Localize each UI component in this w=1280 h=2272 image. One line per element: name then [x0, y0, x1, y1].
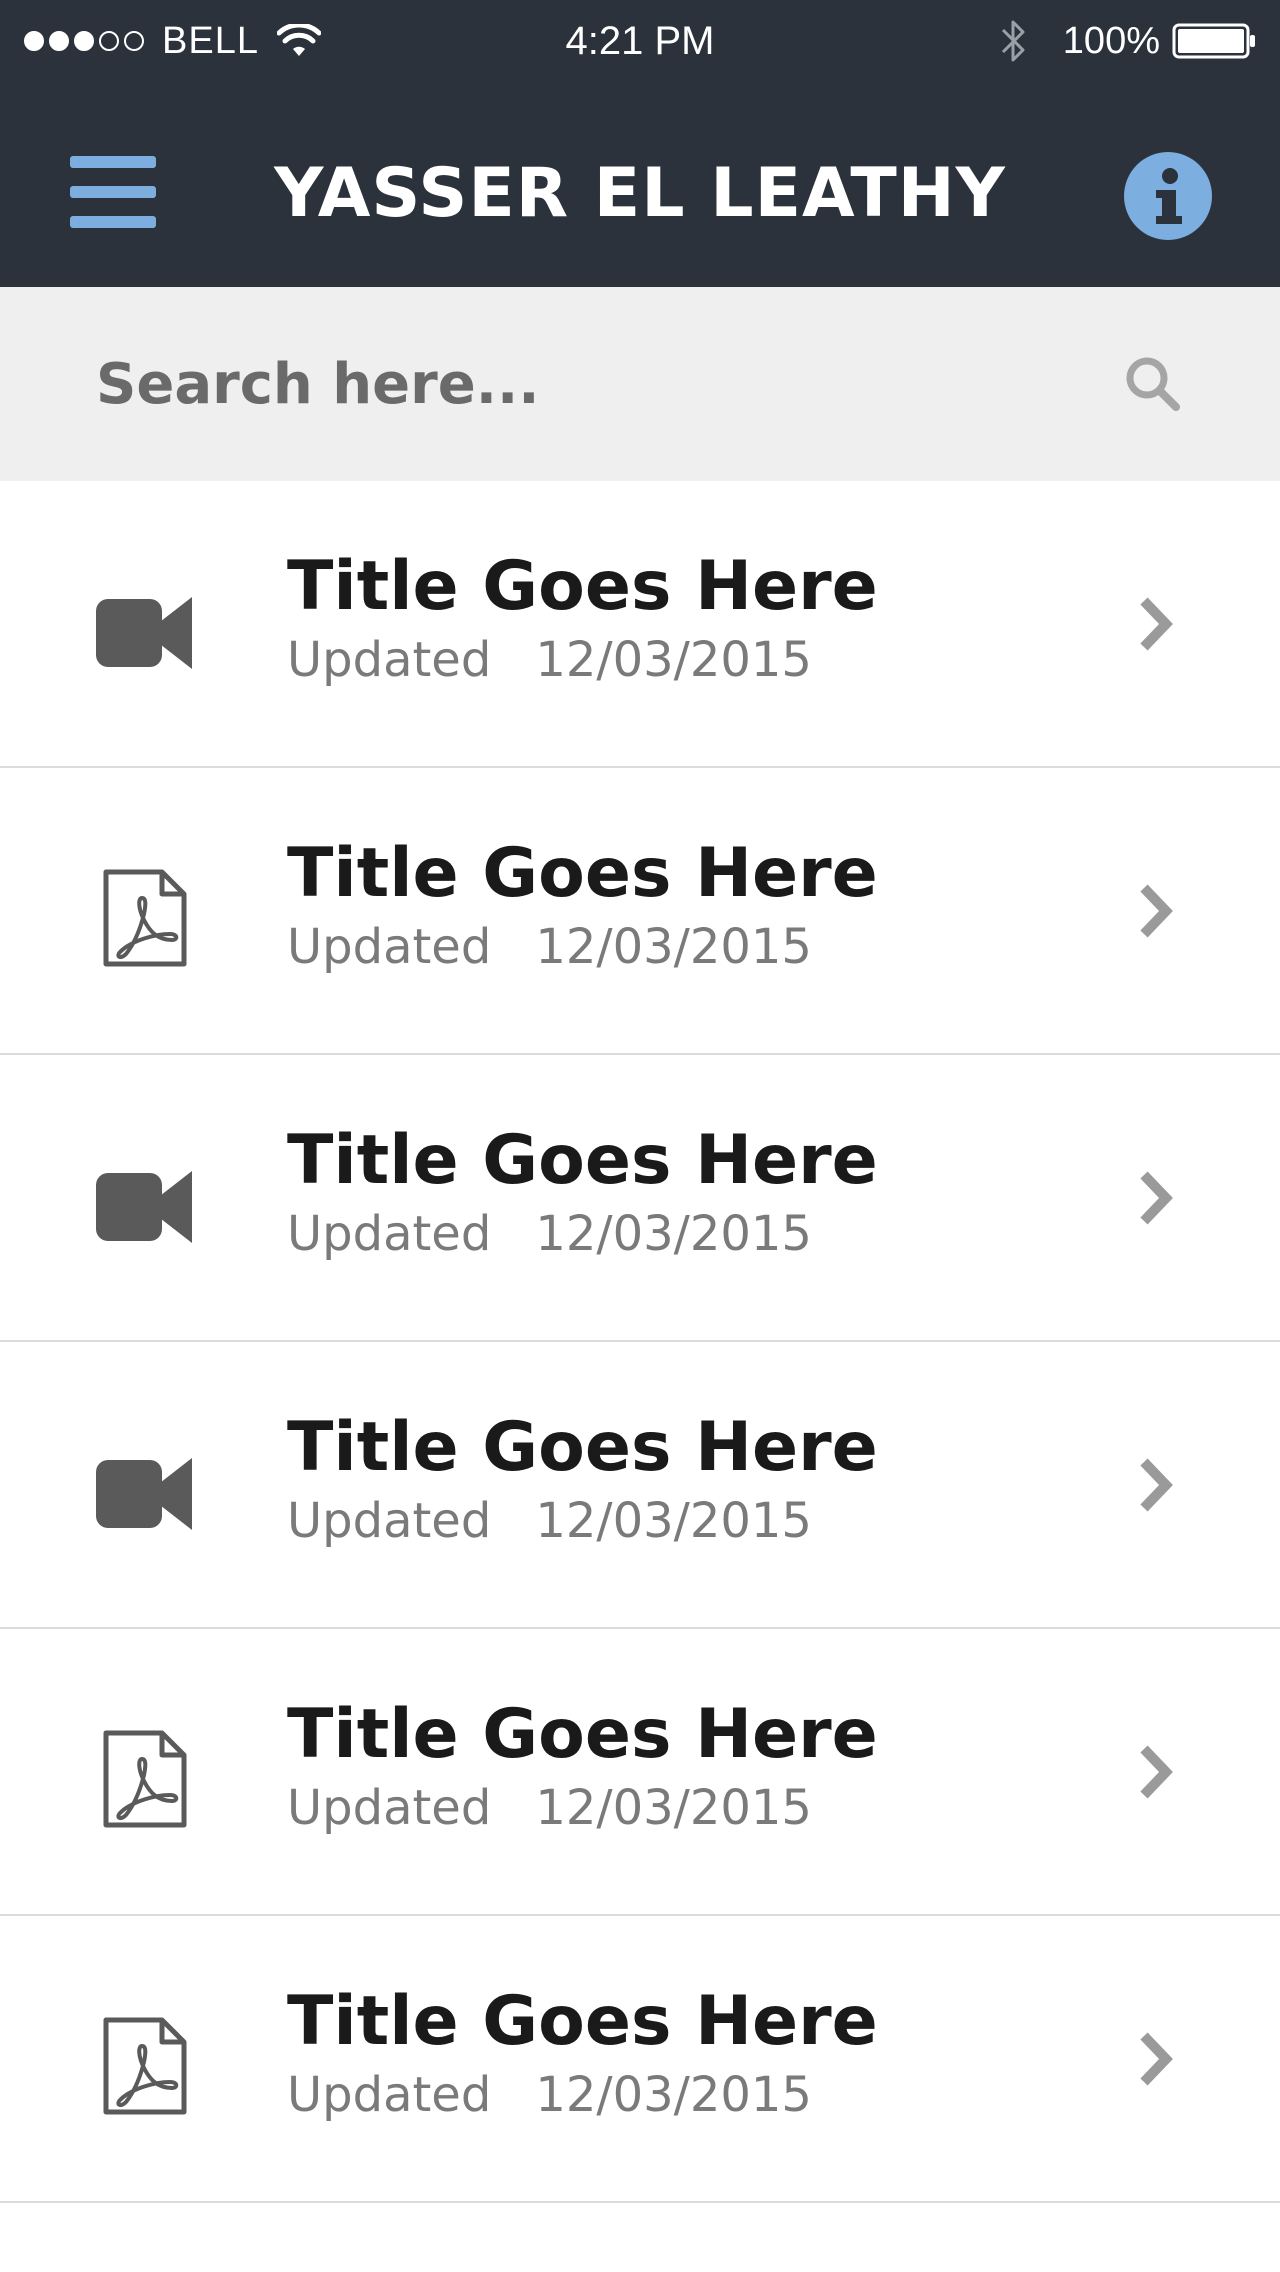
updated-label: Updated: [287, 632, 492, 688]
list-item-updated: Updated 12/03/2015: [287, 1205, 812, 1263]
list-item-updated: Updated 12/03/2015: [287, 918, 812, 976]
list-item-title: Title Goes Here: [287, 834, 878, 913]
status-bar: BELL 4:21 PM 100%: [0, 0, 1280, 84]
video-camera-icon: [92, 1438, 196, 1542]
bluetooth-icon: [1001, 20, 1025, 62]
updated-label: Updated: [287, 2067, 492, 2123]
updated-date: 12/03/2015: [535, 919, 812, 975]
list-item-updated: Updated 12/03/2015: [287, 1779, 812, 1837]
list-item-updated: Updated 12/03/2015: [287, 631, 812, 689]
chevron-right-icon[interactable]: [1136, 2030, 1176, 2088]
list-item-updated: Updated 12/03/2015: [287, 2066, 812, 2124]
pdf-document-icon: [92, 864, 196, 968]
search-icon[interactable]: [1122, 353, 1182, 413]
updated-label: Updated: [287, 1780, 492, 1836]
chevron-right-icon[interactable]: [1136, 595, 1176, 653]
battery-percentage: 100%: [1062, 19, 1160, 62]
search-bar: [0, 287, 1280, 481]
page-title: YASSER EL LEATHY: [274, 154, 1006, 233]
list-item[interactable]: Title Goes Here Updated 12/03/2015: [0, 1055, 1280, 1342]
list-item[interactable]: Title Goes Here Updated 12/03/2015: [0, 1342, 1280, 1629]
video-camera-icon: [92, 577, 196, 681]
pdf-document-icon: [92, 2012, 196, 2116]
list-item-updated: Updated 12/03/2015: [287, 1492, 812, 1550]
video-camera-icon: [92, 1151, 196, 1255]
content-list: Title Goes Here Updated 12/03/2015 Title G…: [0, 481, 1280, 2203]
updated-date: 12/03/2015: [535, 2067, 812, 2123]
updated-label: Updated: [287, 1493, 492, 1549]
list-item-title: Title Goes Here: [287, 1408, 878, 1487]
battery-icon: [1172, 23, 1255, 59]
chevron-right-icon[interactable]: [1136, 1456, 1176, 1514]
pdf-document-icon: [92, 1725, 196, 1829]
list-item[interactable]: Title Goes Here Updated 12/03/2015: [0, 1629, 1280, 1916]
chevron-right-icon[interactable]: [1136, 1169, 1176, 1227]
updated-date: 12/03/2015: [535, 1206, 812, 1262]
list-item-title: Title Goes Here: [287, 1121, 878, 1200]
list-item[interactable]: Title Goes Here Updated 12/03/2015: [0, 768, 1280, 1055]
info-icon[interactable]: [1124, 152, 1212, 240]
status-right: 100%: [999, 18, 1256, 64]
search-input[interactable]: [96, 339, 1096, 429]
list-item[interactable]: Title Goes Here Updated 12/03/2015: [0, 481, 1280, 768]
chevron-right-icon[interactable]: [1136, 1743, 1176, 1801]
header: BELL 4:21 PM 100% YASSER EL LEATHY: [0, 0, 1280, 287]
updated-date: 12/03/2015: [535, 632, 812, 688]
list-item-title: Title Goes Here: [287, 547, 878, 626]
updated-label: Updated: [287, 919, 492, 975]
chevron-right-icon[interactable]: [1136, 882, 1176, 940]
list-item-title: Title Goes Here: [287, 1695, 878, 1774]
list-item[interactable]: Title Goes Here Updated 12/03/2015: [0, 1916, 1280, 2203]
navbar: YASSER EL LEATHY: [0, 84, 1280, 287]
updated-date: 12/03/2015: [535, 1493, 812, 1549]
app-screen: BELL 4:21 PM 100% YASSER EL LEATHY Searc…: [0, 0, 1280, 2272]
updated-date: 12/03/2015: [535, 1780, 812, 1836]
updated-label: Updated: [287, 1206, 492, 1262]
list-item-title: Title Goes Here: [287, 1982, 878, 2061]
